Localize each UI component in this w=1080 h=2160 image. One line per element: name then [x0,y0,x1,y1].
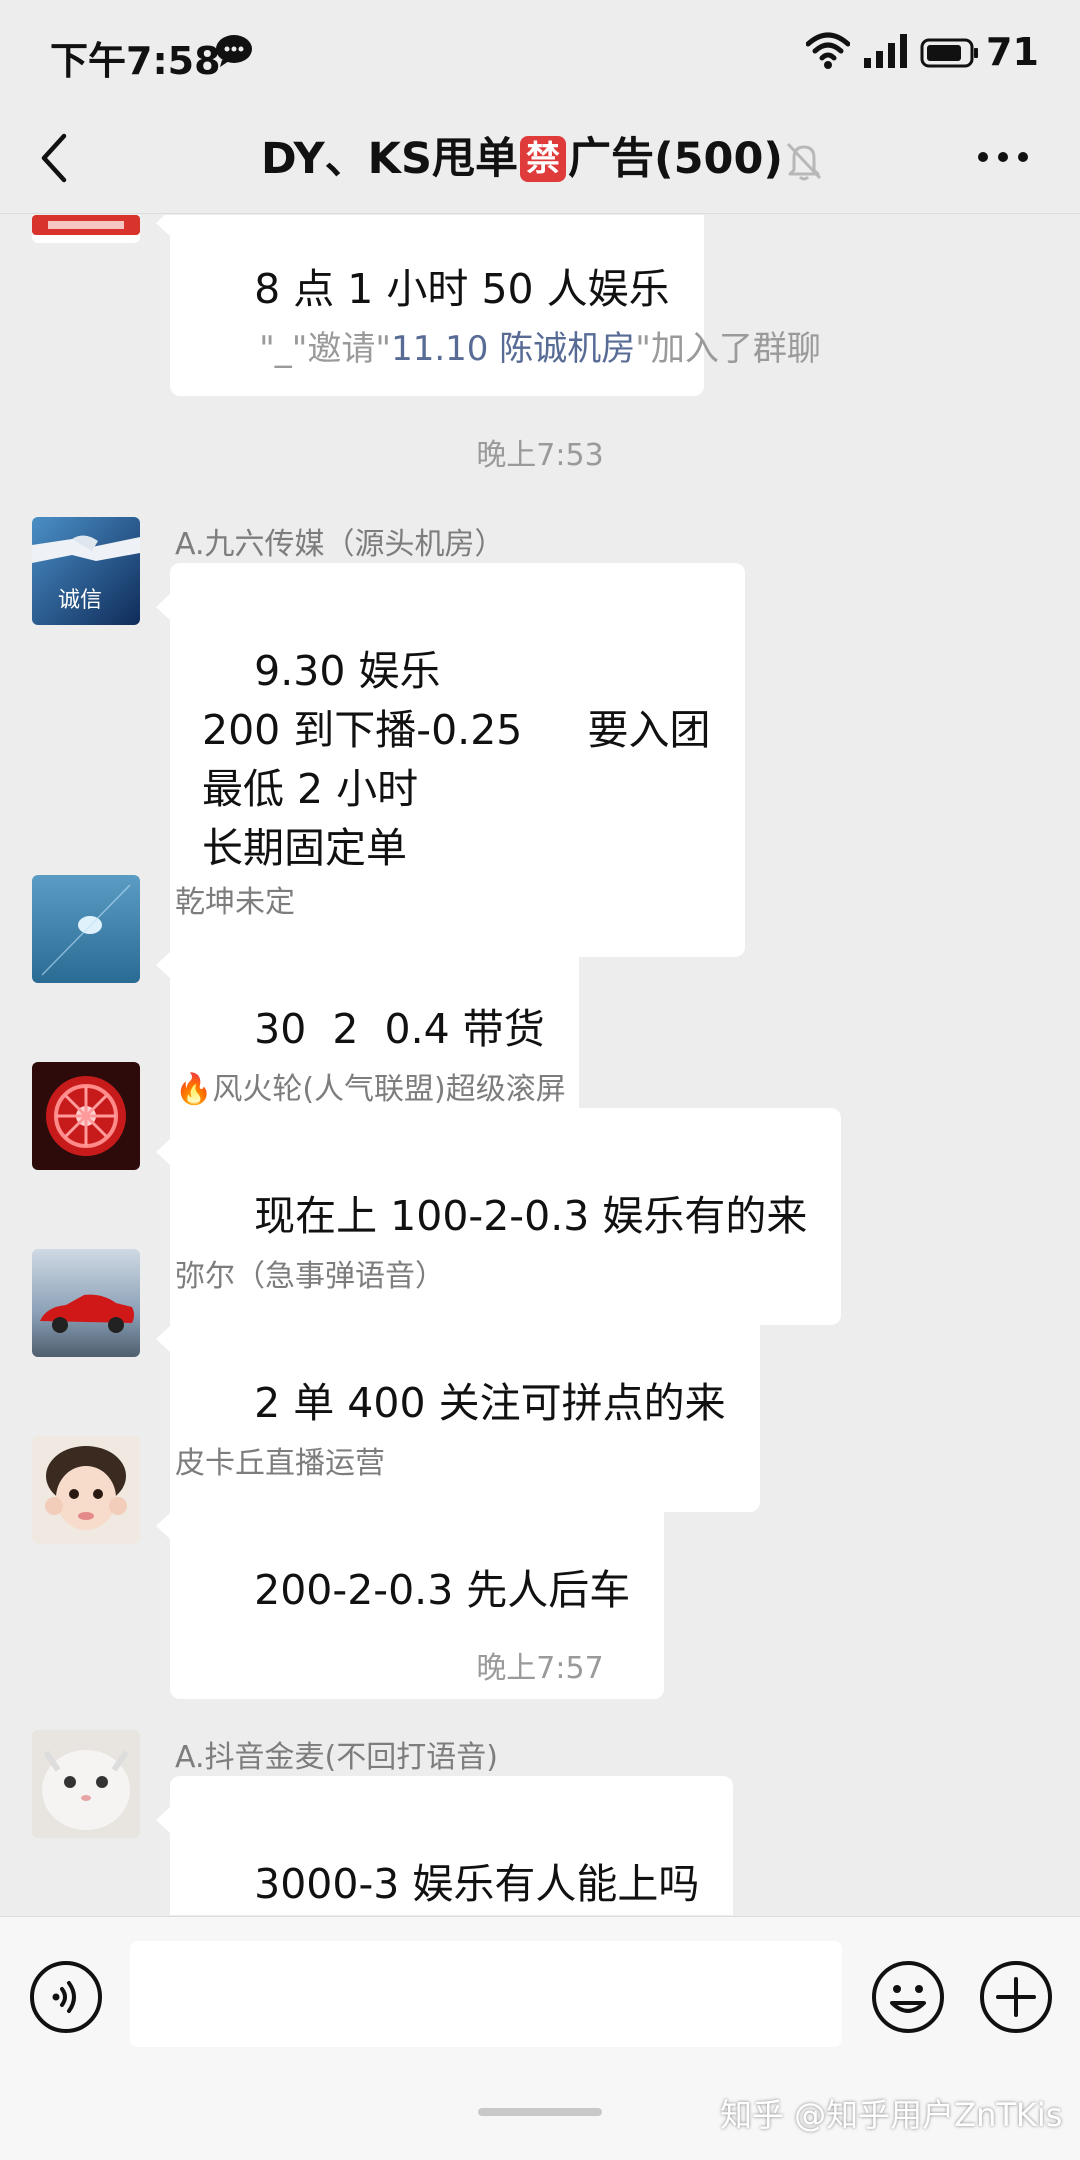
message-text: 30 2 0.4 带货 [254,1005,545,1053]
svg-text:诚信: 诚信 [58,588,102,613]
sender-avatar[interactable] [32,1062,140,1170]
sender-avatar[interactable] [32,875,140,983]
status-bar: 下午7:58 71 [0,0,1080,106]
car-avatar [32,1249,140,1357]
sender-avatar[interactable] [32,1436,140,1544]
sender-name: 皮卡丘直播运营 [175,1446,385,1481]
sea-avatar [32,875,140,983]
message-text: 3000-3 娱乐有人能上吗 [254,1860,700,1908]
emoji-icon[interactable] [870,1959,946,2035]
sender-name: 乾坤未定 [175,885,295,920]
ban-badge: 禁 [519,136,566,182]
sender-avatar[interactable] [32,1730,140,1838]
message-text: 8 点 1 小时 50 人娱乐 [254,265,670,313]
mute-bell-icon [786,142,822,181]
battery-level: 71 [986,30,1039,74]
system-message: "_"邀请"11.10 陈诚机房"加入了群聊 [0,321,1080,370]
status-time: 下午7:58 [50,39,221,83]
voice-input-icon[interactable] [28,1959,104,2035]
chat-title-suffix: 广告(500) [567,134,784,184]
wheel-avatar [32,1062,140,1170]
message-text: 9.30 娱乐 200 到下播-0.25 要入团 最低 2 小时 长期固定单 [202,647,711,872]
chat-title: DY、KS甩单禁广告(500) [0,124,1080,186]
timestamp: 晚上7:53 [476,438,604,473]
message-text: 2 单 400 关注可拼点的来 [254,1379,726,1427]
message-bubble-icon [216,35,252,67]
message-bubble[interactable]: 3000-3 娱乐有人能上吗 [155,1776,734,1915]
sender-name: A.九六传媒（源头机房） [175,527,505,562]
chat-messages[interactable]: 8 点 1 小时 50 人娱乐 "_"邀请"11.10 陈诚机房"加入了群聊 晚… [0,215,1080,1915]
system-inviter: "_"邀请" [259,329,392,369]
sender-name: 🔥风火轮(人气联盟)超级滚屏 [175,1072,566,1107]
sender-name: A.抖音金麦(不回打语音) [175,1740,498,1775]
sender-name: 弥尔（急事弹语音） [175,1259,445,1294]
sender-avatar[interactable]: 诚信 [32,517,140,625]
system-suffix: "加入了群聊 [635,329,821,369]
more-options-icon[interactable] [976,148,1030,166]
system-invitee[interactable]: 11.10 陈诚机房 [391,329,635,369]
signal-icon [864,34,907,68]
message-input[interactable] [130,1941,842,2047]
watermark: 知乎 @知乎用户ZnTKis [720,2096,1063,2134]
red-banner-icon [32,215,140,235]
chat-title-prefix: DY、KS甩单 [260,134,518,184]
partial-avatar[interactable] [32,215,140,243]
timestamp: 晚上7:57 [476,1651,604,1686]
battery-icon [920,38,978,68]
message-text: 200-2-0.3 先人后车 [254,1566,631,1614]
child-avatar [32,1436,140,1544]
home-indicator[interactable] [478,2108,602,2116]
message-text: 现在上 100-2-0.3 娱乐有的来 [254,1192,808,1240]
plus-icon[interactable] [978,1959,1054,2035]
chat-header: DY、KS甩单禁广告(500) [0,106,1080,214]
wifi-icon [806,32,850,69]
handshake-avatar: 诚信 [32,517,140,625]
cat-avatar [32,1730,140,1838]
sender-avatar[interactable] [32,1249,140,1357]
